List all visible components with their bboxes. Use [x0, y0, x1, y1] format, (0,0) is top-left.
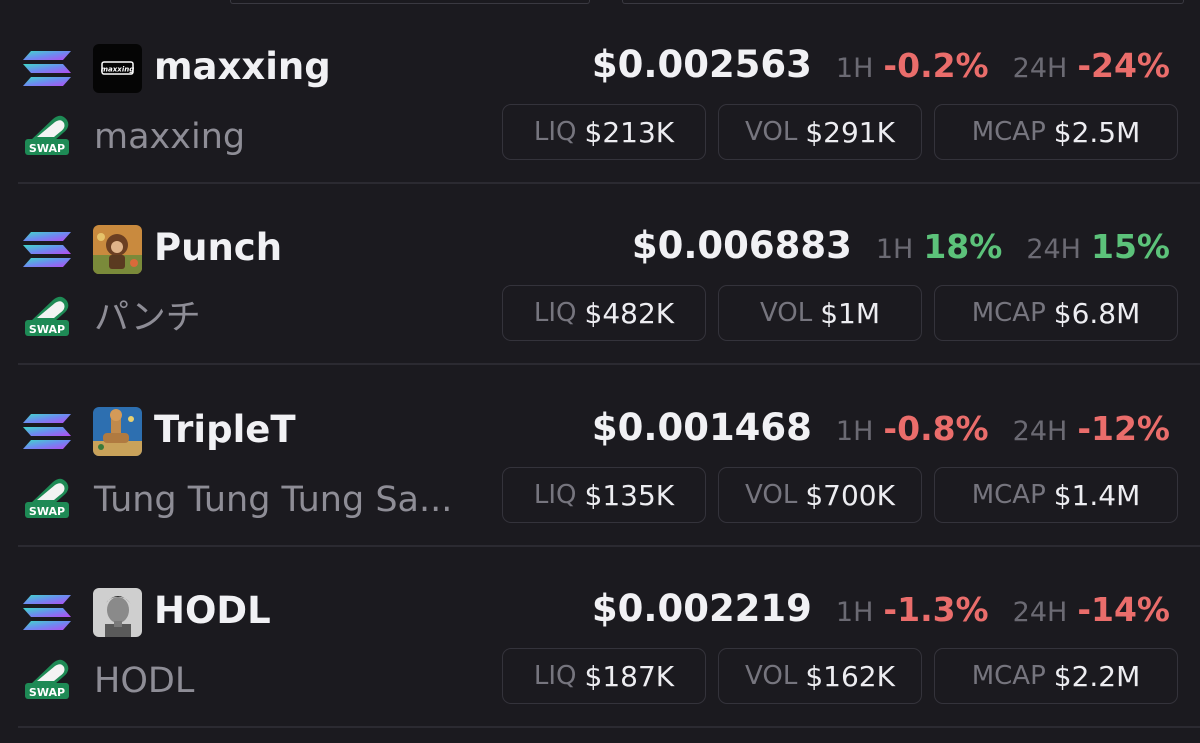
market-cap-value: $1.4M — [1053, 478, 1141, 512]
volume-value: $162K — [805, 659, 895, 693]
liquidity-pill[interactable]: LIQ $187K — [502, 648, 706, 704]
token-avatar[interactable] — [93, 225, 142, 274]
volume-value: $291K — [805, 115, 895, 149]
token-name: maxxing — [94, 117, 246, 157]
liquidity-value: $135K — [584, 478, 675, 512]
liquidity-label: LIQ — [533, 298, 577, 328]
change-1h-label: 1H — [875, 234, 914, 265]
volume-label: VOL — [745, 661, 798, 691]
market-cap-pill[interactable]: MCAP $6.8M — [934, 285, 1178, 341]
liquidity-value: $213K — [584, 115, 675, 149]
token-name: HODL — [94, 661, 195, 701]
volume-pill[interactable]: VOL $1M — [718, 285, 922, 341]
stats-pills: LIQ $213K VOL $291K MCAP $2.5M — [502, 104, 1178, 160]
dex-label: SWAP — [29, 505, 65, 518]
change-24h-label: 24H — [1026, 234, 1081, 265]
volume-value: $1M — [820, 296, 881, 330]
stats-pills: LIQ $482K VOL $1M MCAP $6.8M — [502, 285, 1178, 341]
market-cap-pill[interactable]: MCAP $2.5M — [934, 104, 1178, 160]
row-divider — [18, 726, 1200, 728]
market-cap-label: MCAP — [971, 480, 1046, 510]
token-symbol[interactable]: TripleT — [154, 406, 296, 454]
token-row[interactable]: SWAP Punch パンチ $0.006883 1H 18% 24H 15% … — [0, 184, 1200, 365]
market-cap-pill[interactable]: MCAP $1.4M — [934, 467, 1178, 523]
liquidity-label: LIQ — [533, 661, 577, 691]
market-cap-value: $6.8M — [1053, 296, 1141, 330]
change-1h-label: 1H — [835, 416, 874, 447]
liquidity-label: LIQ — [533, 117, 577, 147]
change-24h-label: 24H — [1012, 53, 1068, 84]
volume-pill[interactable]: VOL $162K — [718, 648, 922, 704]
swap-dex-icon: SWAP — [23, 476, 71, 520]
token-name: パンチ — [94, 298, 201, 338]
solana-icon — [22, 412, 72, 452]
token-symbol[interactable]: Punch — [154, 224, 282, 272]
token-symbol[interactable]: maxxing — [154, 43, 331, 91]
svg-text:maxxing: maxxing — [101, 66, 134, 74]
liquidity-pill[interactable]: LIQ $482K — [502, 285, 706, 341]
market-cap-value: $2.5M — [1053, 115, 1141, 149]
change-24h-label: 24H — [1012, 597, 1068, 628]
liquidity-value: $482K — [584, 296, 675, 330]
change-1h-value: -0.8% — [883, 409, 989, 448]
market-cap-pill[interactable]: MCAP $2.2M — [934, 648, 1178, 704]
volume-pill[interactable]: VOL $291K — [718, 104, 922, 160]
price-bar: $0.002219 1H -1.3% 24H -14% — [592, 587, 1170, 635]
dex-label: SWAP — [29, 142, 65, 155]
volume-pill[interactable]: VOL $700K — [718, 467, 922, 523]
change-1h-value: -1.3% — [883, 590, 989, 629]
market-cap-label: MCAP — [971, 117, 1046, 147]
swap-dex-icon: SWAP — [23, 113, 71, 157]
row-divider — [18, 363, 1200, 365]
solana-icon — [22, 593, 72, 633]
change-24h-value: -24% — [1077, 46, 1170, 85]
token-row[interactable]: SWAP HODL HODL $0.002219 1H -1.3% 24H -1… — [0, 547, 1200, 728]
change-24h-value: -12% — [1077, 409, 1170, 448]
price-bar: $0.002563 1H -0.2% 24H -24% — [592, 43, 1170, 91]
dex-label: SWAP — [29, 323, 65, 336]
solana-icon — [22, 49, 72, 89]
solana-icon — [22, 230, 72, 270]
token-avatar[interactable]: maxxing — [93, 44, 142, 93]
dex-label: SWAP — [29, 686, 65, 699]
token-price: $0.006883 — [631, 224, 852, 267]
liquidity-label: LIQ — [533, 480, 577, 510]
token-price: $0.002563 — [591, 43, 812, 86]
market-cap-value: $2.2M — [1053, 659, 1141, 693]
token-price: $0.001468 — [591, 406, 812, 449]
token-avatar[interactable] — [93, 407, 142, 456]
token-price: $0.002219 — [591, 587, 812, 630]
change-1h-value: -0.2% — [883, 46, 989, 85]
change-24h-value: -14% — [1077, 590, 1170, 629]
change-1h-label: 1H — [835, 597, 874, 628]
token-symbol[interactable]: HODL — [154, 587, 271, 635]
market-cap-label: MCAP — [971, 661, 1046, 691]
liquidity-pill[interactable]: LIQ $213K — [502, 104, 706, 160]
price-bar: $0.006883 1H 18% 24H 15% — [632, 224, 1170, 272]
swap-dex-icon: SWAP — [23, 294, 71, 338]
price-bar: $0.001468 1H -0.8% 24H -12% — [592, 406, 1170, 454]
change-1h-value: 18% — [923, 227, 1003, 266]
stats-pills: LIQ $135K VOL $700K MCAP $1.4M — [502, 467, 1178, 523]
volume-label: VOL — [745, 480, 798, 510]
liquidity-pill[interactable]: LIQ $135K — [502, 467, 706, 523]
token-row[interactable]: SWAP maxxing maxxing maxxing $0.002563 1… — [0, 3, 1200, 184]
volume-label: VOL — [759, 298, 813, 328]
swap-dex-icon: SWAP — [23, 657, 71, 701]
change-24h-label: 24H — [1012, 416, 1068, 447]
token-avatar[interactable] — [93, 588, 142, 637]
change-24h-value: 15% — [1091, 227, 1170, 266]
stats-pills: LIQ $187K VOL $162K MCAP $2.2M — [502, 648, 1178, 704]
token-row[interactable]: SWAP TripleT Tung Tung Tung Sa... $0.001… — [0, 366, 1200, 547]
liquidity-value: $187K — [584, 659, 675, 693]
token-name: Tung Tung Tung Sa... — [94, 480, 453, 520]
volume-label: VOL — [745, 117, 798, 147]
change-1h-label: 1H — [835, 53, 874, 84]
volume-value: $700K — [805, 478, 895, 512]
market-cap-label: MCAP — [971, 298, 1046, 328]
